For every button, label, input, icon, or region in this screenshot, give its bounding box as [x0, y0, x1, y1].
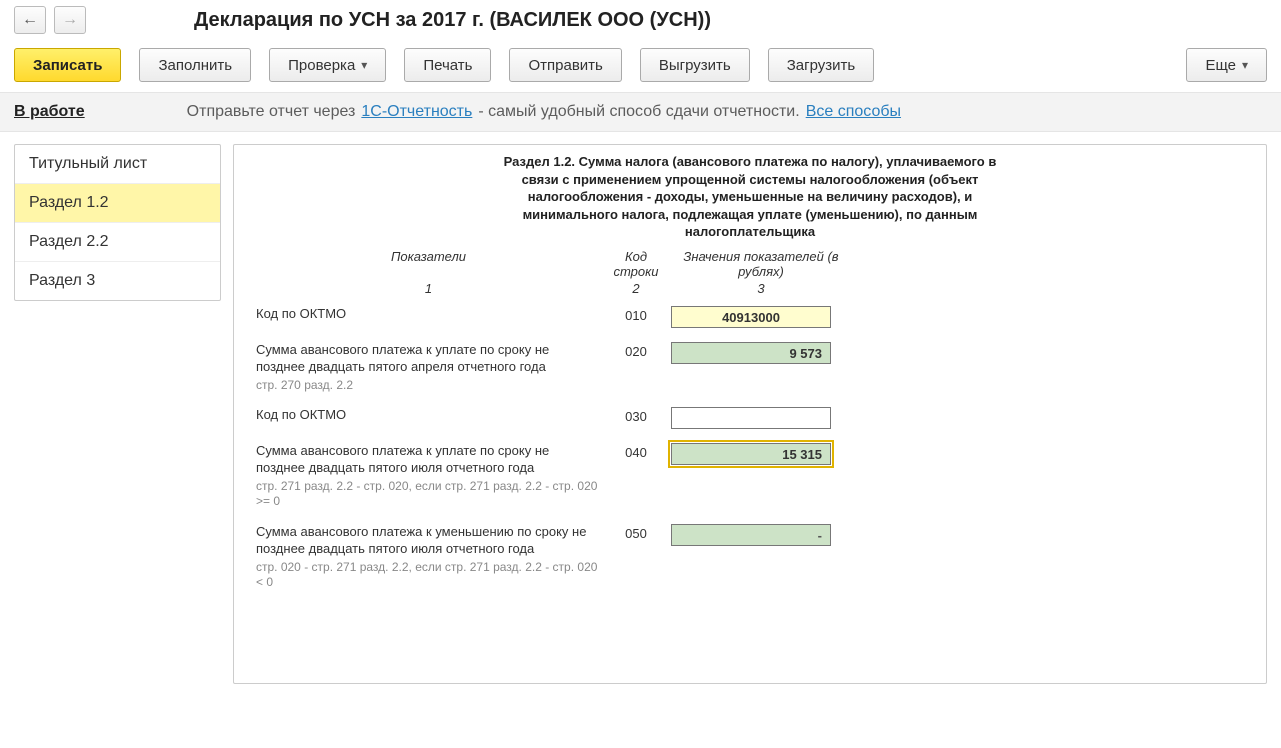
- caret-down-icon: ▾: [361, 58, 367, 72]
- row-code: 030: [601, 407, 671, 424]
- value-020[interactable]: 9 573: [671, 342, 831, 364]
- tab-section-2-2[interactable]: Раздел 2.2: [15, 223, 220, 262]
- status-link[interactable]: В работе: [14, 103, 85, 121]
- value-050[interactable]: -: [671, 524, 831, 546]
- caret-down-icon: ▾: [1242, 58, 1248, 72]
- row-code: 040: [601, 443, 671, 460]
- content-panel: Раздел 1.2. Сумма налога (авансового пла…: [233, 144, 1267, 684]
- row-sub: стр. 270 разд. 2.2: [256, 378, 601, 394]
- arrow-left-icon: ←: [22, 11, 38, 29]
- row-code: 020: [601, 342, 671, 359]
- col-num-3: 3: [671, 281, 851, 296]
- value-040[interactable]: 15 315: [671, 443, 831, 465]
- row-sub: стр. 020 - стр. 271 разд. 2.2, если стр.…: [256, 560, 601, 591]
- oktmo-input-010[interactable]: 40913000: [671, 306, 831, 328]
- row-label: Код по ОКТМО: [256, 306, 346, 321]
- row-label: Сумма авансового платежа к уменьшению по…: [256, 524, 586, 556]
- all-methods-link[interactable]: Все способы: [806, 103, 901, 121]
- send-button[interactable]: Отправить: [509, 48, 621, 82]
- export-button[interactable]: Выгрузить: [640, 48, 750, 82]
- more-button[interactable]: Еще▾: [1186, 48, 1267, 82]
- tab-section-3[interactable]: Раздел 3: [15, 262, 220, 300]
- oktmo-input-030[interactable]: [671, 407, 831, 429]
- check-button[interactable]: Проверка▾: [269, 48, 386, 82]
- save-button[interactable]: Записать: [14, 48, 121, 82]
- arrow-right-icon: →: [62, 11, 78, 29]
- print-button[interactable]: Печать: [404, 48, 491, 82]
- row-code: 010: [601, 306, 671, 323]
- tab-section-1-2[interactable]: Раздел 1.2: [15, 184, 220, 223]
- import-button[interactable]: Загрузить: [768, 48, 875, 82]
- nav-forward-button[interactable]: →: [54, 6, 86, 34]
- row-label: Сумма авансового платежа к уплате по сро…: [256, 342, 549, 374]
- row-label: Код по ОКТМО: [256, 407, 346, 422]
- col-header-code: Код строки: [601, 249, 671, 279]
- section-title: Раздел 1.2. Сумма налога (авансового пла…: [490, 153, 1010, 241]
- status-text-prefix: Отправьте отчет через: [187, 103, 356, 121]
- tab-title-page[interactable]: Титульный лист: [15, 145, 220, 184]
- reporting-link[interactable]: 1С-Отчетность: [361, 103, 472, 121]
- status-text-middle: - самый удобный способ сдачи отчетности.: [478, 103, 799, 121]
- side-tabs: Титульный лист Раздел 1.2 Раздел 2.2 Раз…: [14, 144, 221, 301]
- row-label: Сумма авансового платежа к уплате по сро…: [256, 443, 549, 475]
- col-num-2: 2: [601, 281, 671, 296]
- nav-back-button[interactable]: ←: [14, 6, 46, 34]
- row-code: 050: [601, 524, 671, 541]
- page-title: Декларация по УСН за 2017 г. (ВАСИЛЕК ОО…: [194, 9, 711, 32]
- fill-button[interactable]: Заполнить: [139, 48, 251, 82]
- col-num-1: 1: [256, 281, 601, 296]
- col-header-indicators: Показатели: [256, 249, 601, 279]
- col-header-values: Значения показателей (в рублях): [671, 249, 851, 279]
- row-sub: стр. 271 разд. 2.2 - стр. 020, если стр.…: [256, 479, 601, 510]
